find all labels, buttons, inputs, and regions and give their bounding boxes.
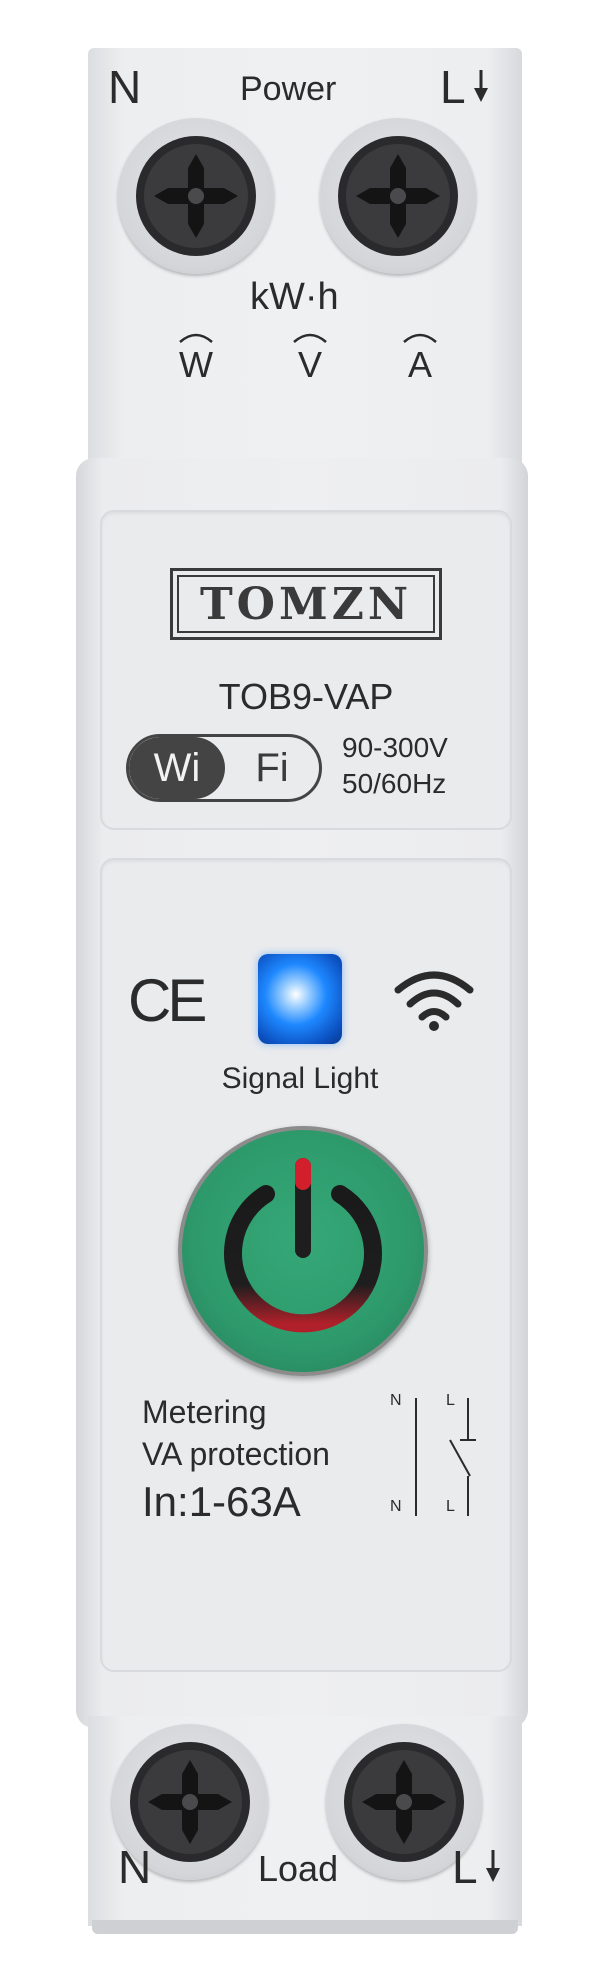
energy-unit-label: kW·h <box>250 276 339 318</box>
volt-symbol: V <box>280 330 340 386</box>
frequency-rating: 50/60Hz <box>342 768 447 799</box>
wifi-badge-right: Fi <box>255 745 289 790</box>
hat-accent-icon <box>293 333 327 343</box>
power-icon <box>224 1158 382 1333</box>
voltage-rating: 90-300V <box>342 732 448 763</box>
feature-metering: Metering <box>142 1394 267 1430</box>
model-number: TOB9-VAP <box>218 676 394 717</box>
signal-led <box>258 954 342 1044</box>
watt-symbol: W <box>166 330 226 386</box>
wifi-badge-left: Wi <box>153 745 201 790</box>
brand-logo: TOMZN <box>199 578 413 630</box>
top-right-screw-terminal[interactable] <box>320 118 476 274</box>
screw-terminal-icon <box>136 136 256 256</box>
switch-diagram: N L N L <box>390 1392 490 1522</box>
bottom-l-label: L <box>452 1841 478 1893</box>
brand-logo-frame: TOMZN <box>170 568 442 640</box>
down-arrow-icon <box>474 70 488 102</box>
amp-symbol: A <box>390 330 450 386</box>
screw-terminal-icon <box>338 136 458 256</box>
power-label: Power <box>240 70 337 108</box>
top-left-screw-terminal[interactable] <box>118 118 274 274</box>
device-base-edge <box>92 1920 518 1934</box>
power-button[interactable] <box>178 1126 428 1376</box>
top-n-label: N <box>108 61 142 113</box>
ce-mark: CE <box>128 967 207 1034</box>
hat-accent-icon <box>179 333 213 343</box>
bottom-n-label: N <box>118 1841 152 1893</box>
load-label: Load <box>258 1848 339 1889</box>
feature-va-protection: VA protection <box>142 1436 330 1472</box>
wifi-icon <box>394 971 474 1031</box>
current-rating: In:1-63A <box>142 1478 301 1525</box>
signal-light-label: Signal Light <box>221 1062 379 1095</box>
switch-diagram-icon <box>415 1398 476 1516</box>
down-arrow-icon <box>486 1850 500 1882</box>
top-l-label: L <box>440 61 466 113</box>
wifi-badge: Wi Fi <box>126 734 322 802</box>
hat-accent-icon <box>403 333 437 343</box>
